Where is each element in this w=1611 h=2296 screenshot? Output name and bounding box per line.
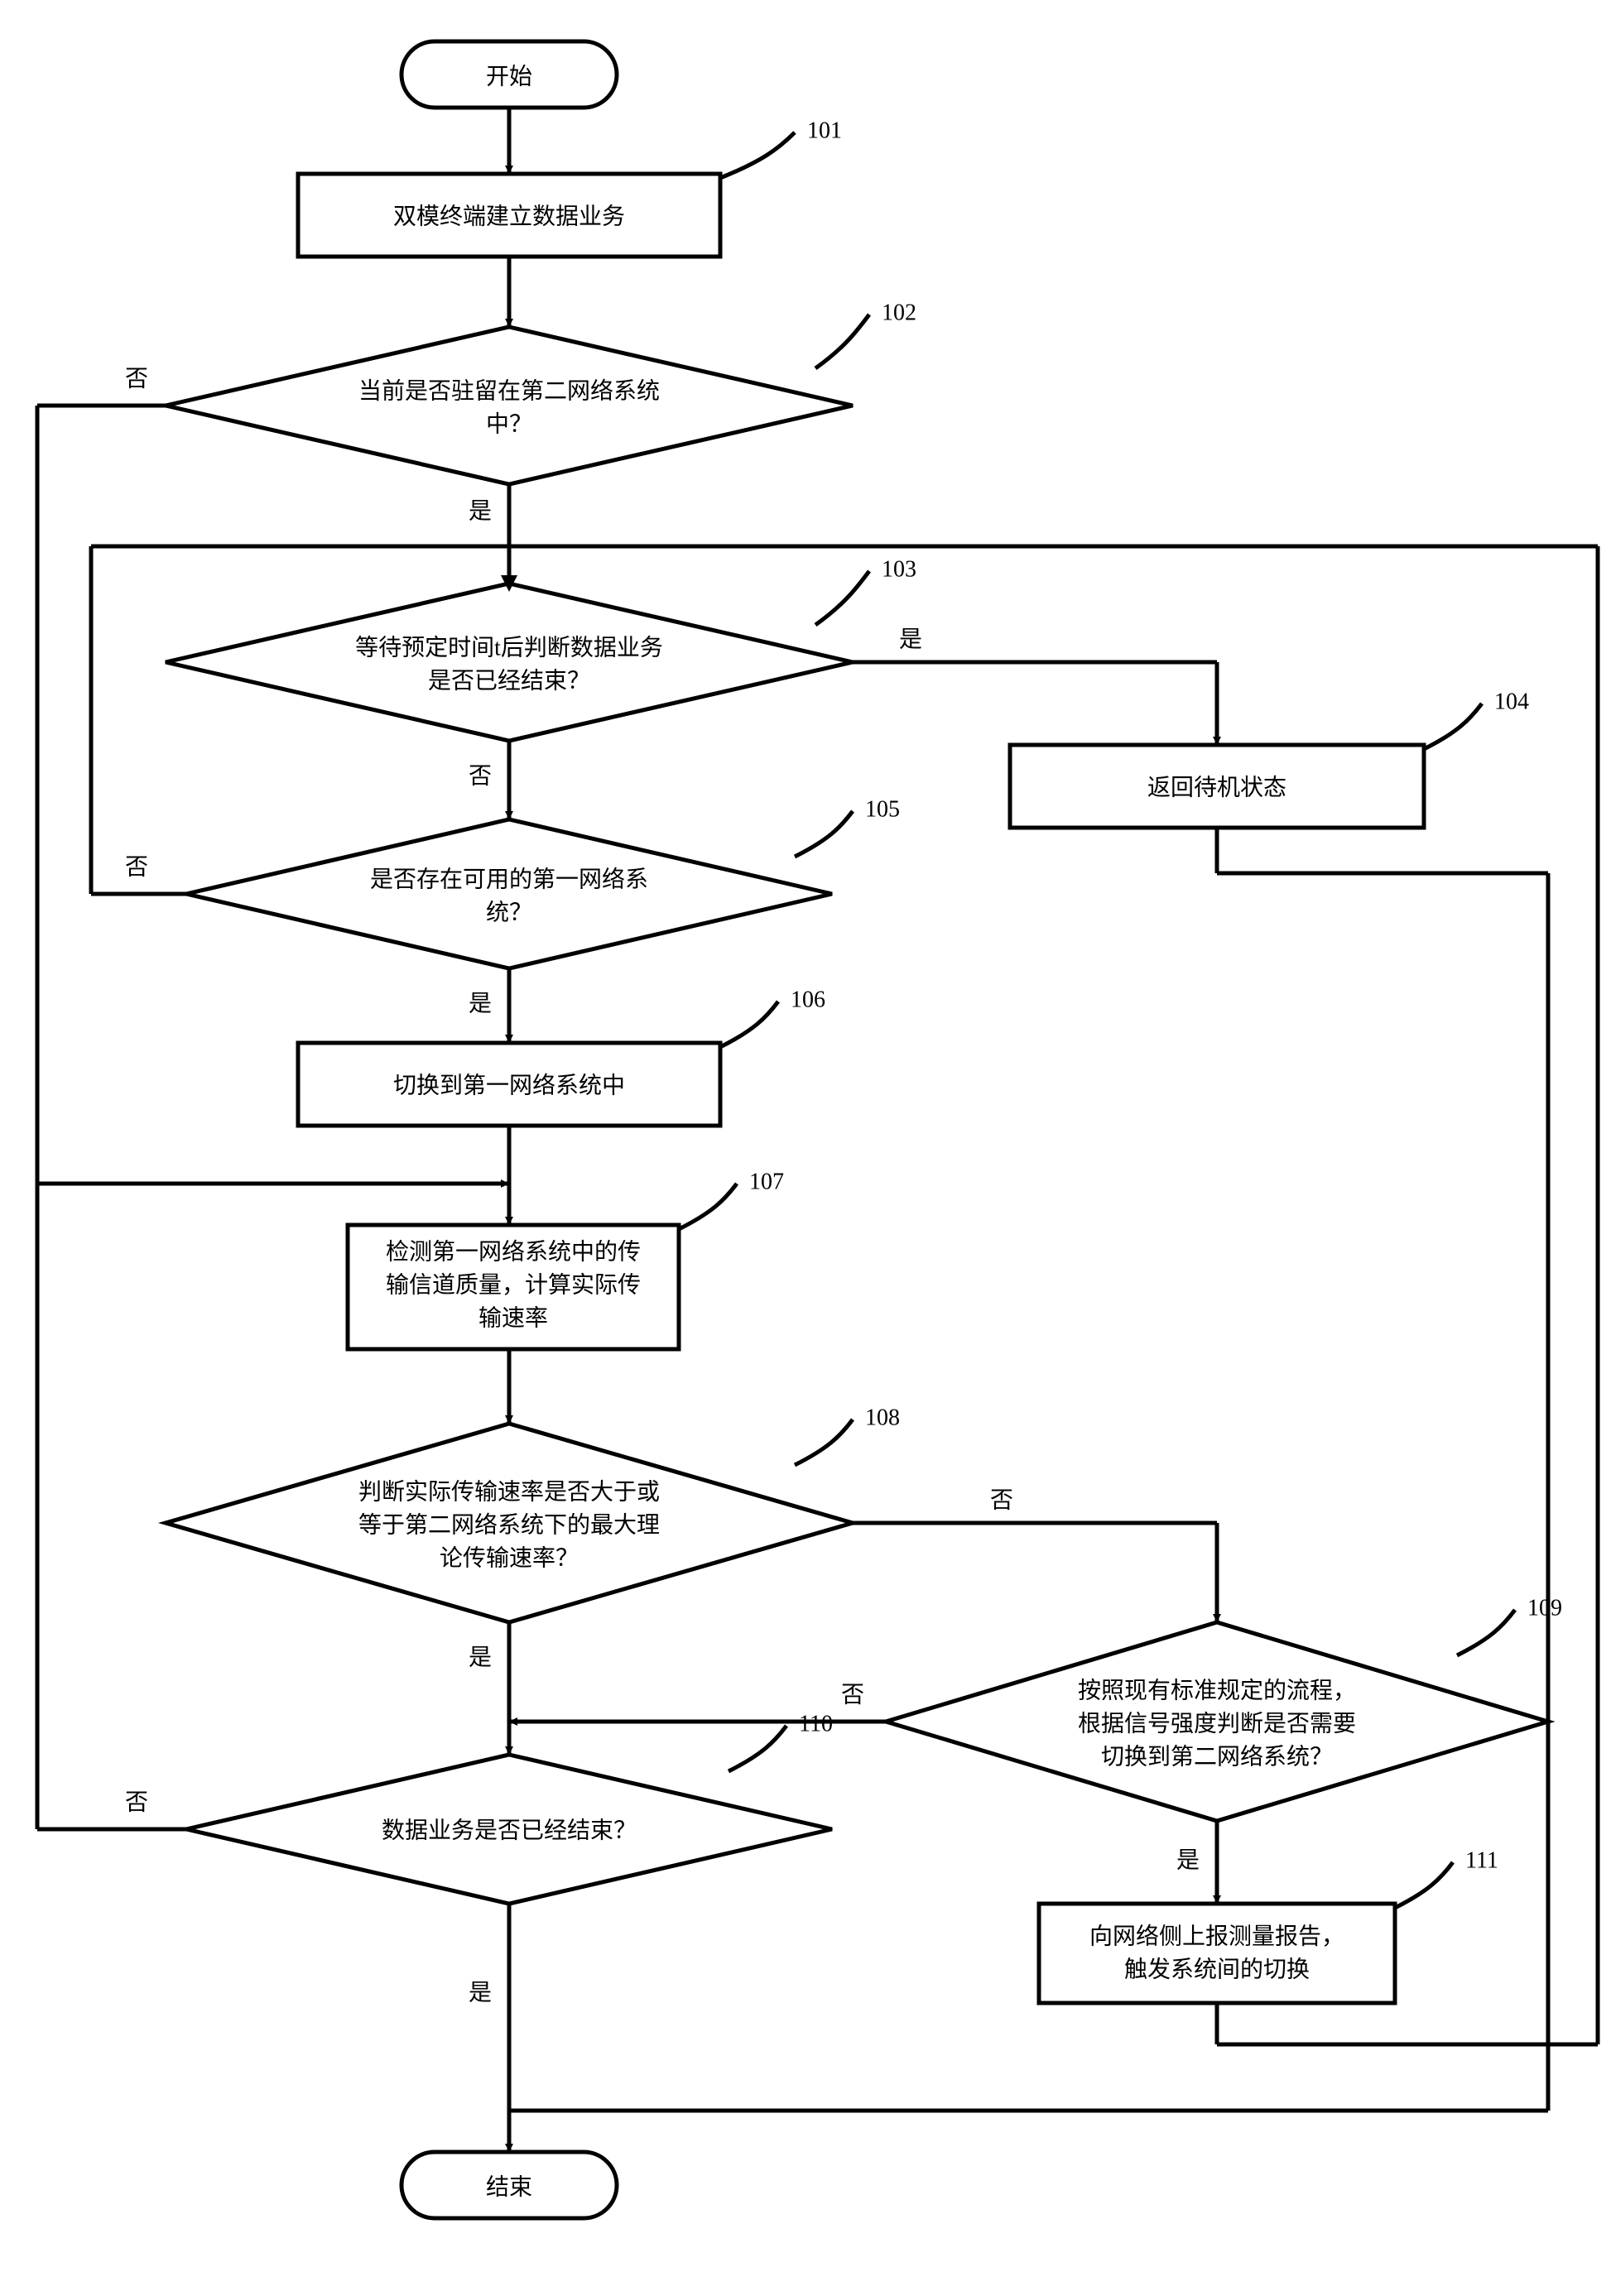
label-110-yes: 是 xyxy=(469,1980,492,2005)
start-node: 开始 xyxy=(402,41,617,108)
node-108-number: 108 xyxy=(865,1405,900,1430)
label-102-yes: 是 xyxy=(469,498,492,524)
node-106-number: 106 xyxy=(791,987,825,1012)
label-102-no: 否 xyxy=(125,366,148,391)
node-111-number: 111 xyxy=(1465,1847,1498,1873)
node-108-l1: 判断实际传输速率是否大于或 xyxy=(358,1478,660,1505)
node-105-l2: 统？ xyxy=(486,899,532,925)
node-110-text: 数据业务是否已经结束？ xyxy=(382,1817,637,1843)
node-107: 检测第一网络系统中的传 输信道质量，计算实际传 输速率 xyxy=(348,1225,679,1349)
node-109: 按照现有标准规定的流程， 根据信号强度判断是否需要 切换到第二网络系统？ xyxy=(886,1622,1548,1821)
node-104-number: 104 xyxy=(1494,689,1529,714)
node-103-l2: 是否已经结束？ xyxy=(428,667,590,694)
node-102-number: 102 xyxy=(882,300,916,325)
label-103-yes: 是 xyxy=(899,627,922,652)
label-105-yes: 是 xyxy=(469,991,492,1016)
node-102-l2: 中？ xyxy=(486,411,532,437)
node-102-l1: 当前是否驻留在第二网络系统 xyxy=(358,377,660,404)
node-101-text: 双模终端建立数据业务 xyxy=(393,203,625,229)
node-108: 判断实际传输速率是否大于或 等于第二网络系统下的最大理 论传输速率？ xyxy=(166,1424,853,1622)
flowchart: 开始 双模终端建立数据业务 101 当前是否驻留在第二网络系统 中？ 102 等… xyxy=(0,0,1611,2296)
node-110: 数据业务是否已经结束？ xyxy=(186,1755,832,1904)
end-label: 结束 xyxy=(486,2174,532,2200)
node-103: 等待预定时间t后判断数据业务 是否已经结束？ xyxy=(166,584,853,741)
node-107-l2: 输信道质量，计算实际传 xyxy=(386,1271,641,1298)
end-node: 结束 xyxy=(402,2152,617,2218)
node-107-number: 107 xyxy=(749,1169,784,1194)
node-103-l1: 等待预定时间t后判断数据业务 xyxy=(355,634,663,660)
node-108-l3: 论传输速率？ xyxy=(440,1544,579,1571)
label-108-yes: 是 xyxy=(469,1645,492,1670)
node-104-text: 返回待机状态 xyxy=(1147,774,1286,800)
node-105-number: 105 xyxy=(865,796,900,822)
node-109-l2: 根据信号强度判断是否需要 xyxy=(1078,1710,1356,1736)
node-109-number: 109 xyxy=(1527,1595,1562,1621)
node-101: 双模终端建立数据业务 xyxy=(298,174,720,257)
node-104: 返回待机状态 xyxy=(1010,745,1424,828)
start-label: 开始 xyxy=(486,63,532,89)
label-109-no: 否 xyxy=(841,1682,864,1708)
node-106-text: 切换到第一网络系统中 xyxy=(393,1072,625,1098)
node-105-l1: 是否存在可用的第一网络系 xyxy=(370,866,648,892)
label-105-no: 否 xyxy=(125,854,148,880)
label-110-no: 否 xyxy=(125,1789,148,1815)
node-107-l3: 输速率 xyxy=(478,1304,548,1331)
node-111: 向网络侧上报测量报告， 触发系统间的切换 xyxy=(1039,1904,1395,2003)
label-109-yes: 是 xyxy=(1176,1847,1200,1873)
label-108-no: 否 xyxy=(990,1487,1013,1513)
node-111-l1: 向网络侧上报测量报告， xyxy=(1089,1923,1344,1949)
label-103-no: 否 xyxy=(469,763,492,789)
node-106: 切换到第一网络系统中 xyxy=(298,1043,720,1126)
node-105: 是否存在可用的第一网络系 统？ xyxy=(186,819,832,968)
node-111-l2: 触发系统间的切换 xyxy=(1124,1956,1310,1982)
node-103-number: 103 xyxy=(882,556,916,582)
node-109-l3: 切换到第二网络系统？ xyxy=(1101,1743,1333,1770)
node-102: 当前是否驻留在第二网络系统 中？ xyxy=(166,327,853,484)
node-107-l1: 检测第一网络系统中的传 xyxy=(386,1238,641,1265)
node-108-l2: 等于第二网络系统下的最大理 xyxy=(358,1511,660,1538)
node-101-number: 101 xyxy=(807,118,842,143)
node-110-number: 110 xyxy=(799,1711,833,1736)
node-109-l1: 按照现有标准规定的流程， xyxy=(1078,1677,1356,1703)
